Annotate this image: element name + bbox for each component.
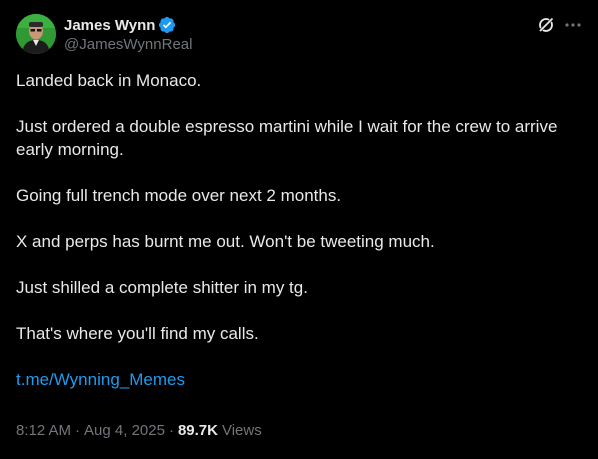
header-actions bbox=[536, 15, 582, 35]
tweet-paragraph: Going full trench mode over next 2 month… bbox=[16, 186, 342, 205]
display-name-row: James Wynn bbox=[64, 15, 192, 35]
meta-separator: · bbox=[75, 422, 81, 439]
grok-icon[interactable] bbox=[536, 15, 556, 35]
tweet-card: James Wynn @JamesWynnReal Landed back in… bbox=[0, 0, 598, 459]
verified-badge-icon[interactable] bbox=[158, 16, 176, 34]
tweet-paragraph: That's where you'll find my calls. bbox=[16, 324, 259, 343]
tweet-meta: 8:12 AM · Aug 4, 2025 · 89.7K Views bbox=[16, 422, 262, 439]
display-name[interactable]: James Wynn bbox=[64, 17, 155, 34]
author-names: James Wynn @JamesWynnReal bbox=[64, 15, 192, 54]
tweet-paragraph: Just shilled a complete shitter in my tg… bbox=[16, 278, 308, 297]
views-count[interactable]: 89.7K bbox=[178, 422, 218, 439]
tweet-date[interactable]: Aug 4, 2025 bbox=[84, 422, 165, 439]
profile-photo-icon bbox=[16, 14, 56, 54]
tweet-header: James Wynn @JamesWynnReal bbox=[16, 12, 582, 56]
user-handle[interactable]: @JamesWynnReal bbox=[64, 36, 192, 53]
tweet-paragraph: Just ordered a double espresso martini w… bbox=[16, 117, 558, 159]
meta-separator: · bbox=[168, 422, 174, 439]
tweet-paragraph: Landed back in Monaco. bbox=[16, 71, 202, 90]
views-label: Views bbox=[221, 422, 262, 439]
tweet-body: Landed back in Monaco. Just ordered a do… bbox=[16, 69, 582, 391]
avatar[interactable] bbox=[16, 14, 56, 54]
tweet-paragraph: X and perps has burnt me out. Won't be t… bbox=[16, 232, 435, 251]
tweet-time[interactable]: 8:12 AM bbox=[16, 422, 71, 439]
more-options-icon[interactable] bbox=[562, 15, 584, 35]
telegram-link[interactable]: t.me/Wynning_Memes bbox=[16, 368, 185, 391]
